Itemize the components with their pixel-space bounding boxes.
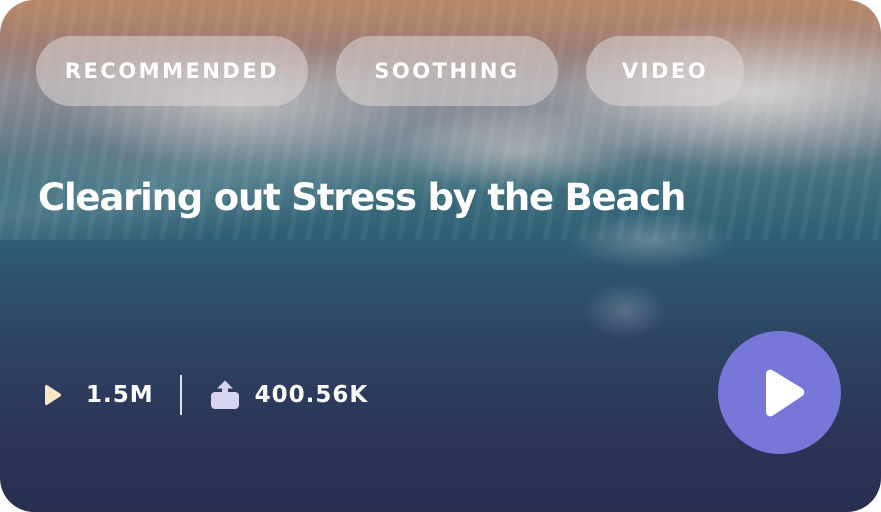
video-title: Clearing out Stress by the Beach xyxy=(38,176,686,219)
shares-count: 400.56K xyxy=(254,382,369,408)
play-button[interactable] xyxy=(718,331,841,454)
video-card[interactable]: RECOMMENDED SOOTHING VIDEO Clearing out … xyxy=(0,0,881,512)
shares-stat: 400.56K xyxy=(209,379,369,411)
play-icon xyxy=(45,384,62,406)
stats-divider xyxy=(179,375,182,415)
video-stats: 1.5M 400.56K xyxy=(40,374,368,416)
views-count: 1.5M xyxy=(86,382,154,408)
tag-list: RECOMMENDED SOOTHING VIDEO xyxy=(36,36,744,106)
tag-video[interactable]: VIDEO xyxy=(586,36,744,106)
views-stat: 1.5M xyxy=(40,382,154,408)
share-icon xyxy=(210,380,239,409)
tag-recommended[interactable]: RECOMMENDED xyxy=(36,36,308,106)
tag-soothing[interactable]: SOOTHING xyxy=(336,36,558,106)
play-icon xyxy=(765,369,804,416)
